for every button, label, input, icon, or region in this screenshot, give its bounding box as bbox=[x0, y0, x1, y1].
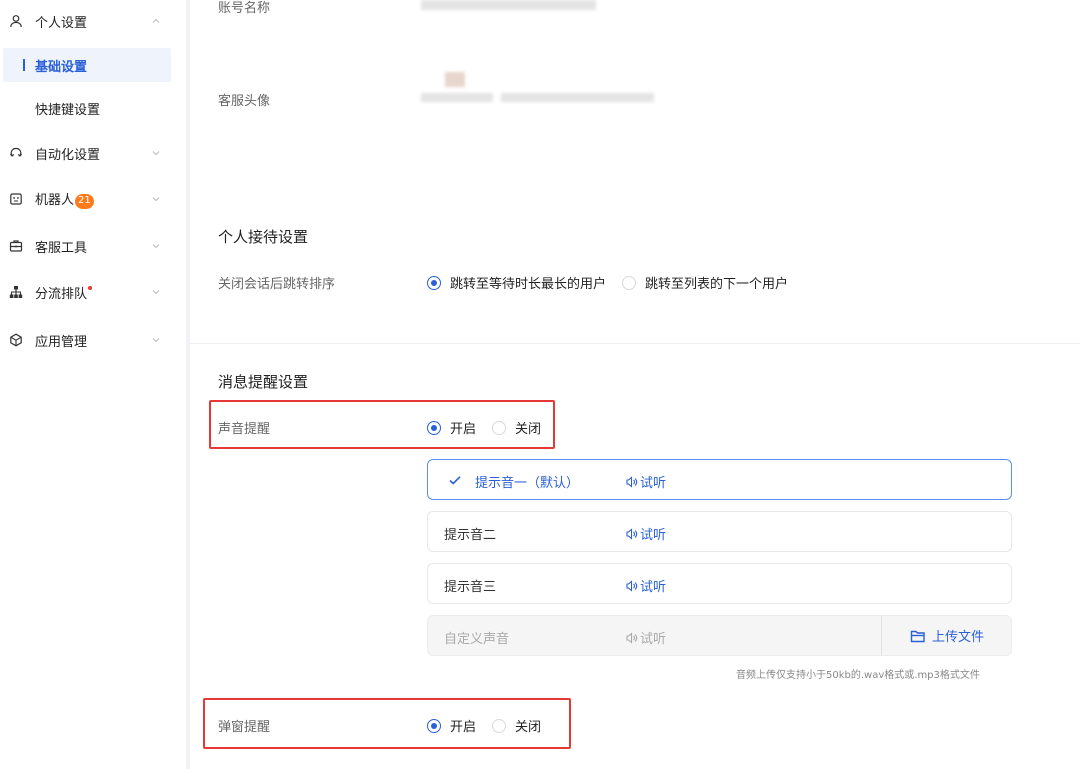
sidebar-item-label: 客服工具 bbox=[35, 240, 88, 256]
radio-label: 开启 bbox=[450, 422, 477, 437]
sidebar-subitem-shortcut-settings[interactable]: 快捷键设置 bbox=[3, 91, 171, 125]
section-divider bbox=[190, 343, 1080, 344]
sidebar-subitem-label: 快捷键设置 bbox=[35, 102, 101, 118]
sound-option-1[interactable]: 提示音一（默认） 试听 bbox=[427, 459, 1012, 500]
account-name-label: 账号名称 bbox=[218, 1, 271, 16]
speaker-icon bbox=[626, 527, 638, 540]
radio-label: 开启 bbox=[450, 720, 477, 735]
radio-dot bbox=[622, 275, 637, 290]
speaker-icon bbox=[626, 631, 638, 644]
chevron-down-icon bbox=[150, 334, 162, 346]
sound-name: 提示音一（默认） bbox=[475, 476, 580, 491]
sound-name: 自定义声音 bbox=[444, 632, 510, 647]
sound-option-custom: 自定义声音 试听 上传文件 bbox=[427, 615, 1012, 656]
sidebar-item-label: 机器人 bbox=[35, 193, 75, 208]
radio-dot bbox=[492, 420, 507, 435]
jump-next-user-radio[interactable]: 跳转至列表的下一个用户 bbox=[622, 273, 788, 292]
avatar-image-redacted bbox=[445, 72, 465, 87]
upload-hint: 音频上传仅支持小于50kb的.wav格式或.mp3格式文件 bbox=[736, 670, 980, 681]
jump-longest-wait-radio[interactable]: 跳转至等待时长最长的用户 bbox=[427, 273, 606, 292]
popup-off-radio[interactable]: 关闭 bbox=[492, 716, 541, 735]
sound-option-2[interactable]: 提示音二 试听 bbox=[427, 511, 1012, 552]
avatar-image-redacted bbox=[421, 93, 493, 102]
radio-label: 跳转至列表的下一个用户 bbox=[645, 277, 789, 292]
listen-button[interactable]: 试听 bbox=[625, 524, 666, 543]
sidebar-item-label: 自动化设置 bbox=[35, 147, 101, 163]
org-chart-icon bbox=[9, 285, 23, 299]
user-icon bbox=[9, 14, 23, 28]
radio-dot bbox=[427, 718, 441, 733]
radio-dot bbox=[492, 718, 507, 733]
sidebar: 个人设置 基础设置 快捷键设置 自动化设置 机器人 21 客服工具 分流排队 应… bbox=[0, 0, 178, 769]
popup-reminder-label: 弹窗提醒 bbox=[218, 720, 271, 735]
sidebar-item-label: 个人设置 bbox=[35, 15, 88, 31]
toolbox-icon bbox=[9, 239, 23, 253]
chevron-down-icon bbox=[150, 286, 162, 298]
avatar-hint-redacted bbox=[501, 93, 654, 102]
chevron-up-icon bbox=[150, 15, 162, 27]
unread-dot bbox=[88, 285, 93, 290]
jump-order-radio-group: 跳转至等待时长最长的用户 跳转至列表的下一个用户 bbox=[427, 273, 804, 292]
radio-label: 关闭 bbox=[515, 422, 542, 437]
popup-reminder-radio-group: 开启 关闭 bbox=[427, 716, 557, 735]
sound-name: 提示音三 bbox=[444, 580, 497, 595]
upload-label: 上传文件 bbox=[931, 630, 984, 645]
speaker-icon bbox=[626, 579, 638, 592]
account-name-value-redacted bbox=[421, 0, 596, 10]
radio-dot bbox=[427, 275, 441, 290]
sidebar-item-app-management[interactable]: 应用管理 bbox=[0, 323, 178, 357]
reception-section-title: 个人接待设置 bbox=[218, 228, 309, 246]
chevron-down-icon bbox=[150, 147, 162, 159]
sidebar-subitem-basic-settings[interactable]: 基础设置 bbox=[3, 48, 171, 82]
listen-label: 试听 bbox=[640, 580, 667, 595]
listen-label: 试听 bbox=[640, 476, 667, 491]
upload-file-button[interactable]: 上传文件 bbox=[881, 616, 1012, 655]
check-icon bbox=[447, 472, 463, 488]
sidebar-subitem-label: 基础设置 bbox=[35, 59, 88, 75]
sound-on-radio[interactable]: 开启 bbox=[427, 418, 476, 437]
listen-label: 试听 bbox=[640, 528, 667, 543]
jump-order-label: 关闭会话后跳转排序 bbox=[218, 277, 336, 292]
settings-panel: 账号名称 客服头像 个人接待设置 关闭会话后跳转排序 跳转至等待时长最长的用户 … bbox=[190, 0, 1080, 769]
sidebar-item-service-tools[interactable]: 客服工具 bbox=[0, 229, 178, 263]
sound-reminder-label: 声音提醒 bbox=[218, 422, 271, 437]
sound-name: 提示音二 bbox=[444, 528, 497, 543]
sidebar-item-queue[interactable]: 分流排队 bbox=[0, 275, 178, 309]
sidebar-item-label-wrap: 分流排队 bbox=[35, 283, 93, 302]
sidebar-item-personal-settings[interactable]: 个人设置 bbox=[0, 4, 178, 38]
sidebar-item-robot[interactable]: 机器人 21 bbox=[0, 182, 178, 216]
chevron-down-icon bbox=[150, 193, 162, 205]
radio-label: 跳转至等待时长最长的用户 bbox=[450, 277, 607, 292]
speaker-icon bbox=[626, 475, 638, 488]
sidebar-item-label: 应用管理 bbox=[35, 334, 88, 350]
listen-button-disabled: 试听 bbox=[625, 628, 666, 647]
automation-icon bbox=[9, 146, 23, 160]
sidebar-item-label: 分流排队 bbox=[35, 286, 88, 302]
listen-button[interactable]: 试听 bbox=[625, 472, 666, 491]
popup-on-radio[interactable]: 开启 bbox=[427, 716, 476, 735]
listen-label: 试听 bbox=[640, 632, 667, 647]
active-indicator bbox=[23, 59, 25, 71]
sound-option-3[interactable]: 提示音三 试听 bbox=[427, 563, 1012, 604]
sound-reminder-radio-group: 开启 关闭 bbox=[427, 418, 557, 437]
radio-label: 关闭 bbox=[515, 720, 542, 735]
notify-section-title: 消息提醒设置 bbox=[218, 373, 309, 391]
listen-button[interactable]: 试听 bbox=[625, 576, 666, 595]
robot-icon bbox=[9, 192, 23, 206]
sidebar-item-label-wrap: 机器人 21 bbox=[35, 189, 94, 209]
radio-dot bbox=[427, 420, 441, 435]
sidebar-item-automation[interactable]: 自动化设置 bbox=[0, 136, 178, 170]
folder-icon bbox=[910, 630, 925, 642]
chevron-down-icon bbox=[150, 240, 162, 252]
notification-badge: 21 bbox=[75, 194, 94, 209]
sound-off-radio[interactable]: 关闭 bbox=[492, 418, 541, 437]
avatar-label: 客服头像 bbox=[218, 94, 271, 109]
cube-icon bbox=[9, 333, 23, 347]
